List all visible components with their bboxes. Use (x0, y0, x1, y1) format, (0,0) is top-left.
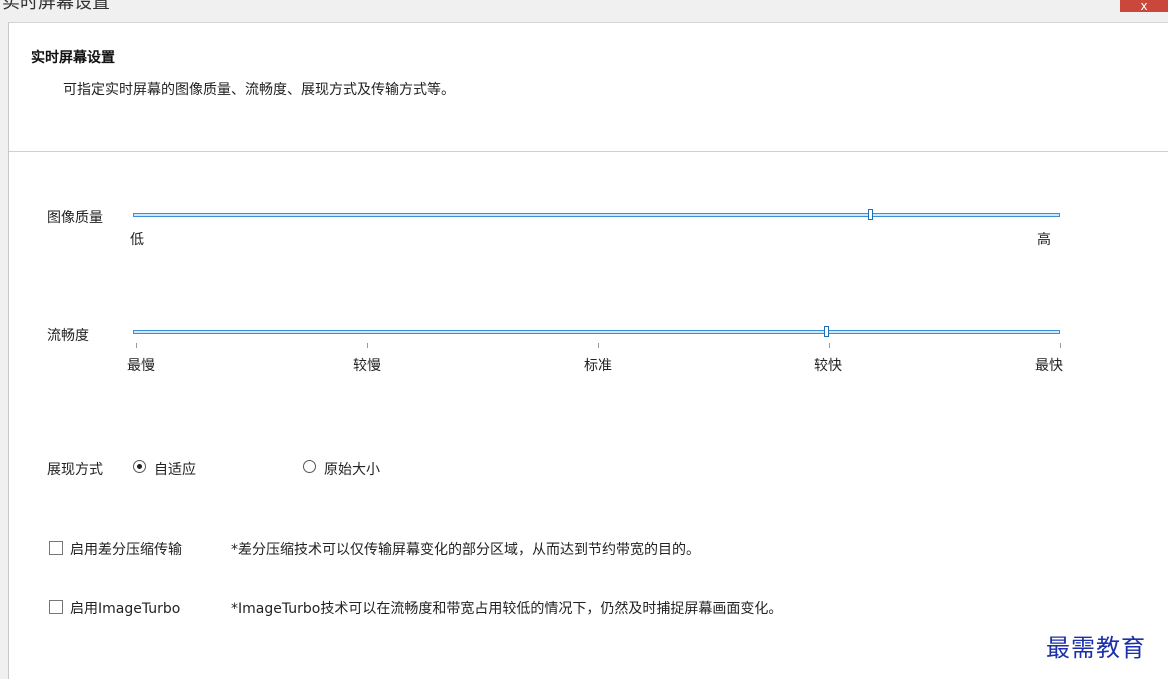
smoothness-tick-label: 较快 (814, 358, 842, 374)
image-turbo-note: *ImageTurbo技术可以在流畅度和带宽占用较低的情况下，仍然及时捕捉屏幕画… (231, 601, 783, 617)
display-mode-original-radio[interactable] (303, 460, 316, 473)
smoothness-tick (598, 343, 599, 348)
close-button[interactable]: x (1120, 0, 1168, 12)
smoothness-tick-label: 最快 (1035, 358, 1063, 374)
display-mode-adaptive-label[interactable]: 自适应 (154, 459, 196, 479)
window-titlebar: 实时屏幕设置 x (0, 0, 1168, 22)
image-turbo-checkbox[interactable] (49, 600, 63, 614)
image-quality-label: 图像质量 (47, 210, 103, 226)
image-quality-slider-thumb[interactable] (867, 209, 873, 220)
diff-compression-note: *差分压缩技术可以仅传输屏幕变化的部分区域，从而达到节约带宽的目的。 (231, 542, 700, 558)
watermark-logo: 最需教育 (1046, 634, 1146, 662)
settings-header: 实时屏幕设置 可指定实时屏幕的图像质量、流畅度、展现方式及传输方式等。 (9, 23, 1168, 152)
image-turbo-label[interactable]: 启用ImageTurbo (70, 598, 180, 618)
smoothness-tick (1060, 343, 1061, 348)
image-quality-slider[interactable] (133, 213, 1060, 217)
section-description: 可指定实时屏幕的图像质量、流畅度、展现方式及传输方式等。 (63, 82, 455, 98)
display-mode-original-label[interactable]: 原始大小 (324, 459, 380, 479)
close-icon: x (1140, 0, 1148, 12)
smoothness-slider[interactable] (133, 330, 1060, 334)
display-mode-adaptive-radio[interactable] (133, 460, 146, 473)
image-quality-min-label: 低 (130, 232, 144, 248)
settings-panel: 实时屏幕设置 可指定实时屏幕的图像质量、流畅度、展现方式及传输方式等。 图像质量… (8, 22, 1168, 679)
diff-compression-checkbox[interactable] (49, 541, 63, 555)
window-title: 实时屏幕设置 (2, 0, 110, 13)
smoothness-label: 流畅度 (47, 328, 89, 344)
smoothness-tick (136, 343, 137, 348)
smoothness-tick (367, 343, 368, 348)
smoothness-tick-label: 较慢 (353, 358, 381, 374)
display-mode-label: 展现方式 (47, 462, 103, 478)
smoothness-tick (829, 343, 830, 348)
diff-compression-label[interactable]: 启用差分压缩传输 (70, 539, 182, 559)
smoothness-tick-label: 标准 (584, 358, 612, 374)
smoothness-tick-label: 最慢 (127, 358, 155, 374)
image-quality-max-label: 高 (1037, 232, 1051, 248)
smoothness-slider-thumb[interactable] (824, 326, 830, 337)
section-title: 实时屏幕设置 (31, 50, 115, 66)
